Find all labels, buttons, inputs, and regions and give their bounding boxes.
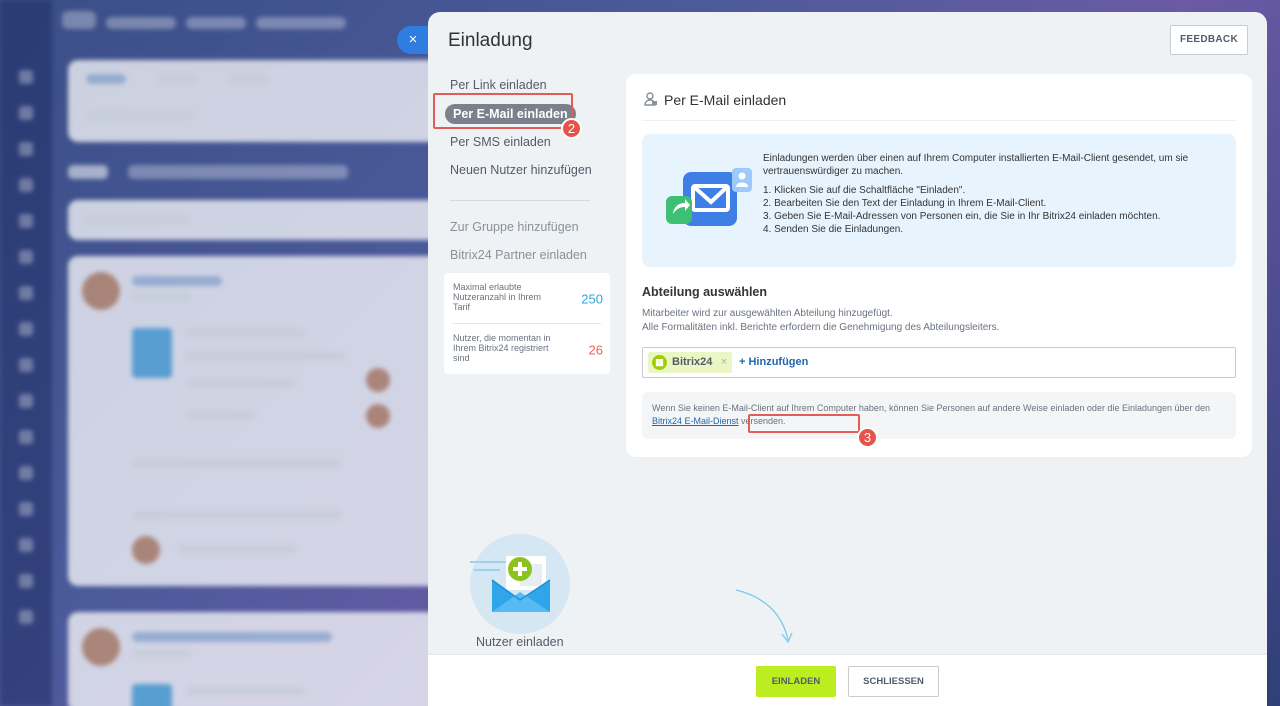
department-selector[interactable]: ▦ Bitrix24 × + Hinzufügen (642, 347, 1236, 378)
registered-users-label: Nutzer, die momentan in Ihrem Bitrix24 r… (453, 333, 551, 363)
nav-item-add-to-group[interactable]: Zur Gruppe hinzufügen (444, 216, 614, 238)
registered-users-value: 26 (588, 342, 603, 358)
envelope-plus-icon (468, 556, 551, 612)
nav-divider (450, 200, 590, 201)
info-text: Einladungen werden über einen auf Ihrem … (763, 152, 1223, 236)
user-limits-panel: Maximal erlaubte Nutzeranzahl in Ihrem T… (444, 273, 610, 374)
max-users-value: 250 (581, 291, 603, 307)
limits-divider (453, 323, 601, 324)
step-badge-3: 3 (857, 427, 878, 448)
department-section-title: Abteilung auswählen (642, 285, 768, 299)
slider-title: Einladung (448, 30, 533, 51)
user-icon (644, 92, 657, 106)
invite-caption: Nutzer einladen (476, 635, 564, 649)
close-icon: × (408, 31, 418, 48)
background-sidebar (0, 0, 52, 706)
nav-item-sms-invite[interactable]: Per SMS einladen (444, 131, 614, 153)
max-users-label: Maximal erlaubte Nutzeranzahl in Ihrem T… (453, 282, 542, 312)
department-tag[interactable]: ▦ Bitrix24 × (648, 352, 733, 373)
email-service-note: Wenn Sie keinen E-Mail-Client auf Ihrem … (642, 392, 1236, 439)
add-department-link[interactable]: + Hinzufügen (739, 356, 808, 368)
step-badge-2: 2 (561, 118, 582, 139)
highlight-frame (748, 414, 860, 433)
step-item: 3. Geben Sie E-Mail-Adressen von Persone… (763, 211, 1161, 222)
nav-item-invite-partner[interactable]: Bitrix24 Partner einladen (444, 244, 614, 266)
card-title: Per E-Mail einladen (664, 92, 787, 108)
note-text-before: Wenn Sie keinen E-Mail-Client auf Ihrem … (652, 403, 1211, 413)
invitation-slider: Einladung FEEDBACK Per Link einladen Per… (428, 12, 1267, 706)
email-invite-card: Per E-Mail einladen Einladungen werden ü… (626, 74, 1252, 457)
step-item: 2. Bearbeiten Sie den Text der Einladung… (763, 198, 1047, 209)
step-item: 1. Klicken Sie auf die Schaltfläche "Ein… (763, 185, 966, 196)
invite-illustration (468, 534, 570, 634)
steps-list: 1. Klicken Sie auf die Schaltfläche "Ein… (763, 184, 1223, 236)
department-section-description: Mitarbeiter wird zur ausgewählten Abteil… (642, 307, 999, 335)
nav-item-add-user[interactable]: Neuen Nutzer hinzufügen (444, 159, 614, 181)
step-item: 4. Senden Sie die Einladungen. (763, 224, 904, 235)
info-box: Einladungen werden über einen auf Ihrem … (642, 134, 1236, 267)
curved-arrow-icon (735, 589, 793, 644)
close-button[interactable]: SCHLIESSEN (848, 666, 939, 697)
highlight-frame (433, 93, 573, 129)
info-intro: Einladungen werden über einen auf Ihrem … (763, 153, 1189, 177)
department-desc-line: Mitarbeiter wird zur ausgewählten Abteil… (642, 308, 893, 319)
department-tag-label: Bitrix24 (672, 356, 713, 368)
department-desc-line: Alle Formalitäten inkl. Berichte erforde… (642, 322, 1000, 333)
remove-tag-icon[interactable]: × (721, 352, 727, 373)
invite-button[interactable]: EINLADEN (756, 666, 836, 697)
email-service-link[interactable]: Bitrix24 E-Mail-Dienst (652, 416, 739, 426)
card-divider (642, 120, 1236, 121)
note-text: Wenn Sie keinen E-Mail-Client auf Ihrem … (652, 402, 1212, 428)
building-icon: ▦ (652, 355, 667, 370)
email-client-icon (666, 168, 752, 226)
feedback-button[interactable]: FEEDBACK (1170, 25, 1248, 55)
slider-footer: EINLADEN SCHLIESSEN (428, 654, 1267, 706)
